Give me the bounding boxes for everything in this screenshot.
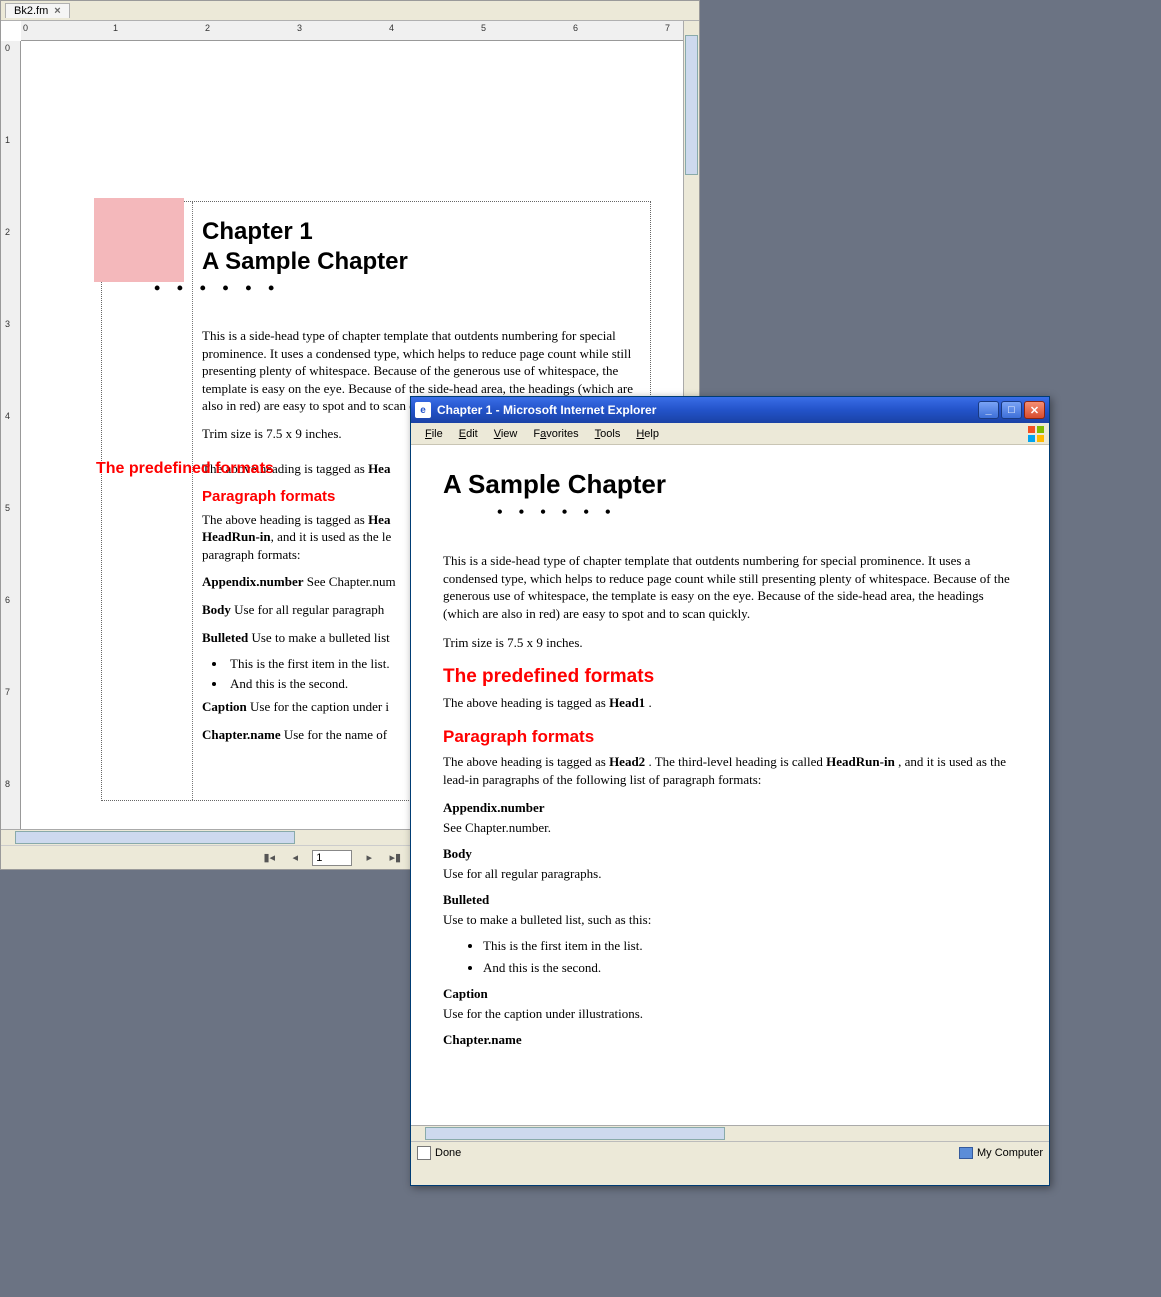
ie-content-area[interactable]: A Sample Chapter • • • • • • This is a s…	[411, 445, 1049, 1125]
chapter-number: Chapter 1	[202, 218, 638, 246]
list-item: This is the first item in the list.	[483, 938, 1021, 954]
def-appendix: Appendix.number	[443, 800, 1021, 816]
ruler-tick: 6	[573, 23, 578, 33]
menu-tools[interactable]: Tools	[587, 426, 629, 442]
document-tab[interactable]: Bk2.fm ×	[5, 3, 70, 18]
scrollbar-thumb[interactable]	[425, 1127, 725, 1140]
ie-horizontal-scrollbar[interactable]	[411, 1125, 1049, 1141]
intro-paragraph: This is a side-head type of chapter temp…	[443, 552, 1021, 622]
ruler-tick: 2	[205, 23, 210, 33]
document-tab-label: Bk2.fm	[14, 5, 48, 17]
ruler-tick: 5	[481, 23, 486, 33]
bulleted-list: This is the first item in the list. And …	[483, 938, 1021, 976]
head1-sidehead: The predefined formats	[96, 460, 274, 478]
ruler-tick: 3	[5, 319, 10, 329]
ie-window: e Chapter 1 - Microsoft Internet Explore…	[410, 396, 1050, 1186]
minimize-button[interactable]: _	[978, 401, 999, 419]
maximize-button[interactable]: □	[1001, 401, 1022, 419]
menu-favorites[interactable]: Favorites	[525, 426, 586, 442]
def-caption: Caption	[443, 986, 1021, 1002]
ruler-tick: 4	[5, 411, 10, 421]
def-caption-body: Use for the caption under illustrations.	[443, 1006, 1021, 1022]
head2-body: The above heading is tagged as Head2 . T…	[443, 753, 1021, 788]
ruler-tick: 8	[5, 779, 10, 789]
ruler-tick: 2	[5, 227, 10, 237]
ie-statusbar: Done My Computer	[411, 1141, 1049, 1163]
horizontal-ruler[interactable]: 0 1 2 3 4 5 6 7	[21, 21, 683, 41]
menu-file[interactable]: File	[417, 426, 451, 442]
menu-help[interactable]: Help	[628, 426, 667, 442]
ruler-tick: 1	[5, 135, 10, 145]
ruler-tick: 3	[297, 23, 302, 33]
head2: Paragraph formats	[443, 727, 1021, 747]
def-chaptername: Chapter.name	[443, 1032, 1021, 1048]
ie-page-title: A Sample Chapter	[443, 469, 1021, 500]
head1-body: The above heading is tagged as Head1 .	[443, 694, 1021, 712]
ruler-tick: 7	[665, 23, 670, 33]
zone-label: My Computer	[977, 1147, 1043, 1159]
trim-size-paragraph: Trim size is 7.5 x 9 inches.	[443, 634, 1021, 652]
scrollbar-thumb[interactable]	[15, 831, 295, 844]
head1: The predefined formats	[443, 666, 1021, 688]
status-text: Done	[435, 1147, 461, 1159]
document-icon	[417, 1146, 431, 1160]
def-body: Body	[443, 846, 1021, 862]
chapter-title: A Sample Chapter	[202, 248, 638, 276]
close-button[interactable]: ✕	[1024, 401, 1045, 419]
next-page-button[interactable]: ▸	[360, 850, 378, 866]
my-computer-icon	[959, 1147, 973, 1159]
ruler-tick: 5	[5, 503, 10, 513]
menu-edit[interactable]: Edit	[451, 426, 486, 442]
ie-icon: e	[415, 402, 431, 418]
decorative-dots: • • • • • •	[497, 504, 1021, 522]
prev-page-button[interactable]: ◂	[286, 850, 304, 866]
ruler-tick: 0	[23, 23, 28, 33]
def-appendix-body: See Chapter.number.	[443, 820, 1021, 836]
last-page-button[interactable]: ▸▮	[386, 850, 404, 866]
document-tabbar: Bk2.fm ×	[1, 1, 699, 21]
decorative-dots: • • • • • •	[154, 278, 638, 299]
first-page-button[interactable]: ▮◂	[260, 850, 278, 866]
selection-highlight	[94, 198, 184, 282]
def-bulleted-body: Use to make a bulleted list, such as thi…	[443, 912, 1021, 928]
ruler-tick: 1	[113, 23, 118, 33]
ie-menubar: File Edit View Favorites Tools Help	[411, 423, 1049, 445]
scrollbar-thumb[interactable]	[685, 35, 698, 175]
ie-titlebar[interactable]: e Chapter 1 - Microsoft Internet Explore…	[411, 397, 1049, 423]
ruler-tick: 6	[5, 595, 10, 605]
def-body-body: Use for all regular paragraphs.	[443, 866, 1021, 882]
ruler-tick: 0	[5, 43, 10, 53]
ruler-tick: 7	[5, 687, 10, 697]
windows-flag-icon	[1027, 425, 1045, 443]
vertical-ruler[interactable]: 0 1 2 3 4 5 6 7 8	[1, 41, 21, 829]
menu-view[interactable]: View	[486, 426, 526, 442]
def-bulleted: Bulleted	[443, 892, 1021, 908]
page-number-input[interactable]	[312, 850, 352, 866]
window-title: Chapter 1 - Microsoft Internet Explorer	[437, 403, 656, 417]
ruler-tick: 4	[389, 23, 394, 33]
close-icon[interactable]: ×	[54, 5, 60, 17]
list-item: And this is the second.	[483, 960, 1021, 976]
